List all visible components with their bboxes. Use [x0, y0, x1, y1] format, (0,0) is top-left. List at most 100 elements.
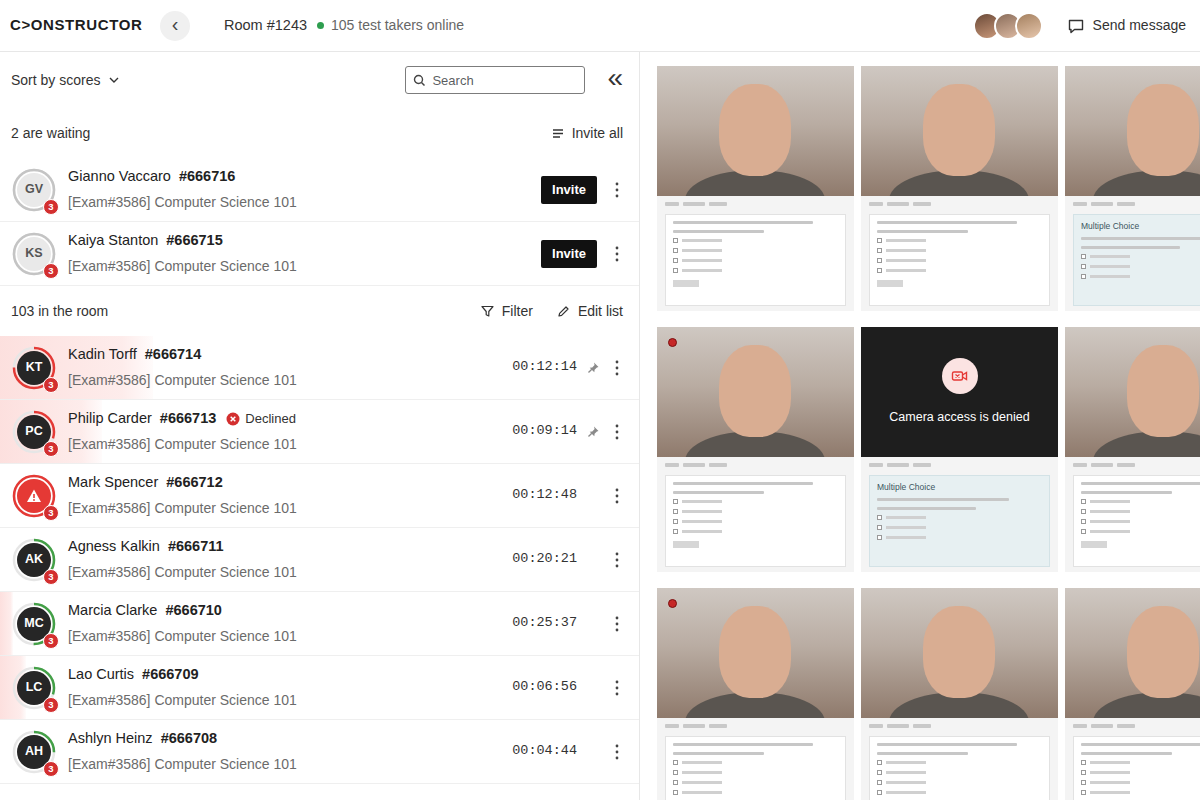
camera-off-badge	[942, 358, 978, 394]
more-button[interactable]	[607, 245, 627, 263]
invite-button[interactable]: Invite	[541, 240, 597, 268]
exam-name: [Exam#3586] Computer Science 101	[68, 690, 297, 711]
video-tile[interactable]: Camera access is deniedMultiple Choice	[861, 327, 1058, 572]
video-tile[interactable]	[1065, 588, 1200, 800]
more-button[interactable]	[607, 487, 627, 505]
participant-row[interactable]: 3Mark Spencer#666712[Exam#3586] Computer…	[0, 464, 639, 528]
answer-option	[1081, 499, 1200, 504]
count-badge: 3	[43, 505, 59, 521]
participant-row[interactable]: MC3Marcia Clarke#666710[Exam#3586] Compu…	[0, 592, 639, 656]
video-tile[interactable]	[1065, 327, 1200, 572]
sort-dropdown[interactable]: Sort by scores	[11, 70, 120, 91]
screen-header	[665, 202, 846, 208]
screen-header	[1073, 724, 1200, 730]
video-tile[interactable]	[657, 66, 854, 311]
top-bar-right: Send message	[973, 11, 1188, 40]
avatar: GV3	[12, 168, 56, 212]
video-tile[interactable]	[657, 327, 854, 572]
screen-question-card	[869, 214, 1050, 306]
answer-option	[1081, 519, 1200, 524]
camera-denied: Camera access is denied	[861, 327, 1058, 457]
answer-option	[1081, 274, 1200, 279]
avatar: KS3	[12, 232, 56, 276]
screen-share	[861, 196, 1058, 311]
more-button[interactable]	[607, 423, 627, 441]
row-actions: Invite	[541, 240, 627, 268]
exam-name: [Exam#3586] Computer Science 101	[68, 498, 297, 519]
screen-question-card: Multiple Choice	[1073, 214, 1200, 306]
proctor-avatar[interactable]	[1015, 12, 1043, 40]
participant-row[interactable]: KT3Kadin Torff#666714[Exam#3586] Compute…	[0, 336, 639, 400]
text-line	[1081, 743, 1200, 746]
pin-slot[interactable]	[585, 425, 601, 438]
screen-header	[869, 202, 1050, 208]
screen-button	[673, 280, 699, 287]
filter-label: Filter	[502, 301, 533, 322]
participant-info: Kadin Torff#666714[Exam#3586] Computer S…	[68, 344, 297, 392]
waiting-row[interactable]: GV3Gianno Vaccaro#666716[Exam#3586] Comp…	[0, 158, 639, 222]
video-tile[interactable]: Multiple Choice	[1065, 66, 1200, 311]
more-button[interactable]	[607, 181, 627, 199]
participant-name-line: Kaiya Stanton#666715	[68, 230, 297, 252]
invite-button[interactable]: Invite	[541, 176, 597, 204]
participant-row[interactable]: AH3Ashlyn Heinz#666708[Exam#3586] Comput…	[0, 720, 639, 784]
filter-button[interactable]: Filter	[477, 299, 537, 324]
screen-header	[869, 463, 1050, 469]
participant-name[interactable]: Marcia Clarke	[68, 600, 157, 622]
invite-all-button[interactable]: Invite all	[548, 121, 627, 146]
answer-option	[673, 780, 838, 785]
edit-list-button[interactable]: Edit list	[553, 299, 627, 324]
screen-button	[673, 541, 699, 548]
answer-option	[1081, 509, 1200, 514]
participant-name[interactable]: Philip Carder	[68, 408, 152, 430]
collapse-button[interactable]: «	[605, 64, 625, 96]
video-grid: Multiple Choice Camera access is deniedMu…	[657, 66, 1200, 800]
screen-question-card	[665, 736, 846, 800]
more-button[interactable]	[607, 359, 627, 377]
participant-row[interactable]: LC3Lao Curtis#666709[Exam#3586] Computer…	[0, 656, 639, 720]
avatar: PC3	[12, 410, 56, 454]
answer-option	[877, 515, 1042, 520]
participant-name[interactable]: Mark Spencer	[68, 472, 158, 494]
send-message-button[interactable]: Send message	[1065, 11, 1188, 40]
section-title: 103 in the room	[11, 301, 108, 322]
screen-question-title: Multiple Choice	[1081, 221, 1200, 231]
waiting-row[interactable]: KS3Kaiya Stanton#666715[Exam#3586] Compu…	[0, 222, 639, 286]
text-line	[877, 230, 968, 233]
video-tile[interactable]	[657, 588, 854, 800]
answer-option	[673, 248, 838, 253]
video-tile[interactable]	[861, 66, 1058, 311]
participant-name[interactable]: Gianno Vaccaro	[68, 166, 171, 188]
participant-name[interactable]: Agness Kalkin	[68, 536, 160, 558]
back-button[interactable]: ‹	[160, 11, 190, 41]
participants-panel: Sort by scores«2 are waitingInvite allGV…	[0, 52, 640, 800]
avatar: MC3	[12, 602, 56, 646]
participant-row[interactable]: AK3Agness Kalkin#666711[Exam#3586] Compu…	[0, 528, 639, 592]
answer-option	[673, 760, 838, 765]
row-actions: 00:06:56	[512, 677, 627, 697]
screen-header	[665, 463, 846, 469]
more-button[interactable]	[607, 743, 627, 761]
participant-name[interactable]: Ashlyn Heinz	[68, 728, 153, 750]
count-badge: 3	[43, 569, 59, 585]
participant-name[interactable]: Lao Curtis	[68, 664, 134, 686]
participant-name[interactable]: Kadin Torff	[68, 344, 137, 366]
logo[interactable]: C>ONSTRUCTOR	[10, 14, 160, 37]
status-label: Declined	[245, 409, 296, 429]
participant-name[interactable]: Kaiya Stanton	[68, 230, 158, 252]
exam-name: [Exam#3586] Computer Science 101	[68, 192, 297, 213]
more-button[interactable]	[607, 551, 627, 569]
person-face	[1127, 345, 1199, 437]
search-field[interactable]	[405, 66, 585, 94]
elapsed-time: 00:25:37	[512, 613, 577, 633]
more-button[interactable]	[607, 679, 627, 697]
more-button[interactable]	[607, 615, 627, 633]
video-tile[interactable]	[861, 588, 1058, 800]
answer-option	[673, 499, 838, 504]
participant-row[interactable]: PC3Philip Carder#666713Declined[Exam#358…	[0, 400, 639, 464]
pin-slot[interactable]	[585, 361, 601, 374]
count-badge: 3	[43, 199, 59, 215]
search-wrap	[405, 66, 585, 94]
person-face	[923, 84, 995, 176]
answer-option	[877, 268, 1042, 273]
